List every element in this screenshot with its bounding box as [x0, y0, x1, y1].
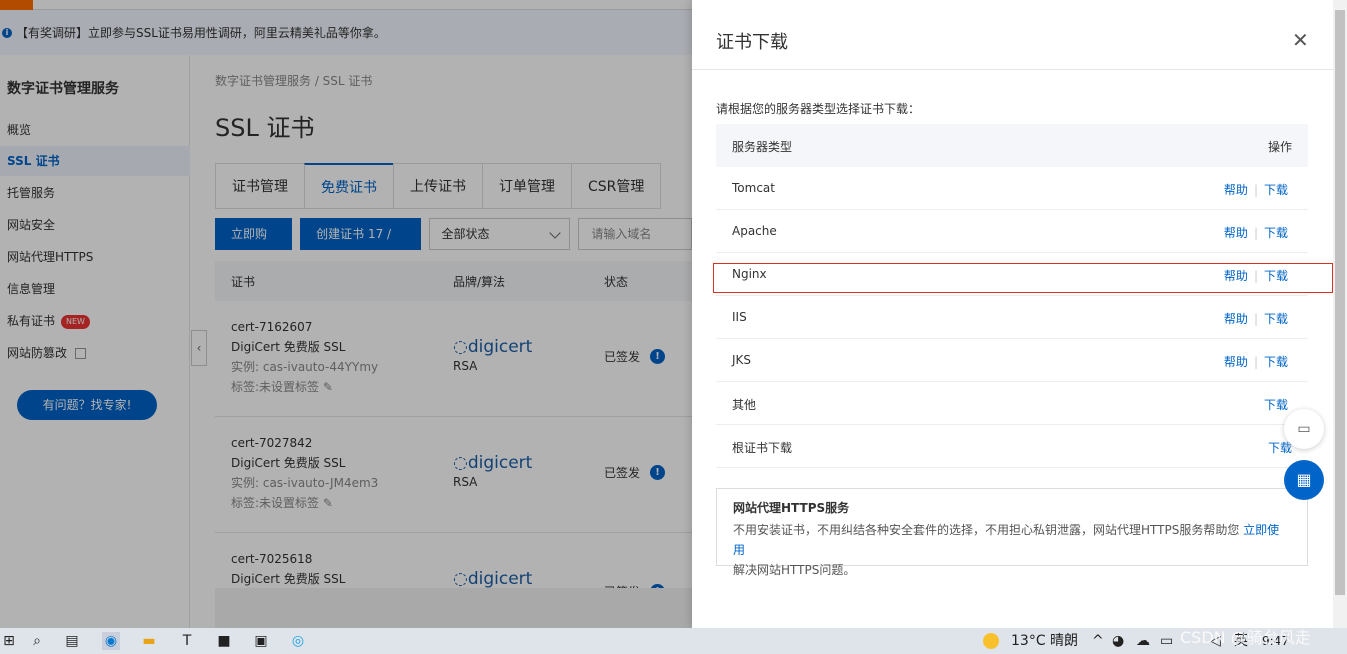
feedback-chat-icon[interactable]: ▭: [1284, 409, 1324, 449]
nginx-highlight-box: [713, 263, 1333, 293]
browser-page: i 【有奖调研】立即参与SSL证书易用性调研，阿里云精美礼品等你拿。 数字证书管…: [0, 0, 1347, 628]
server-row-iis: IIS 帮助 | 下载: [716, 296, 1308, 339]
vertical-scrollbar[interactable]: [1333, 0, 1347, 628]
separator: |: [1253, 226, 1258, 240]
server-row-tomcat: Tomcat 帮助 | 下载: [716, 167, 1308, 210]
server-row-apache: Apache 帮助 | 下载: [716, 210, 1308, 253]
drawer-intro: 请根据您的服务器类型选择证书下载：: [716, 102, 921, 116]
divider: [692, 69, 1333, 70]
tray-overflow-icon[interactable]: ^: [1092, 632, 1104, 650]
qq-icon[interactable]: ◕: [1112, 632, 1124, 650]
windows-start-icon[interactable]: ⊞: [0, 632, 18, 650]
server-name: Apache: [732, 224, 777, 238]
download-link[interactable]: 下载: [1264, 226, 1288, 240]
terminal-icon[interactable]: ▣: [252, 632, 270, 650]
server-name: Tomcat: [732, 181, 775, 195]
weather-text[interactable]: 13°C 晴朗: [1011, 632, 1078, 650]
row-actions: 帮助 | 下载: [1224, 310, 1288, 327]
download-link[interactable]: 下载: [1264, 355, 1288, 369]
separator: |: [1253, 355, 1258, 369]
download-link[interactable]: 下载: [1268, 441, 1292, 455]
cloud-icon[interactable]: ☁: [1136, 632, 1150, 650]
promo-text: 不用安装证书，不用纠结各种安全套件的选择，不用担心私钥泄露，网站代理HTTPS服…: [733, 520, 1291, 580]
https-proxy-promo: 网站代理HTTPS服务 不用安装证书，不用纠结各种安全套件的选择，不用担心私钥泄…: [716, 488, 1308, 577]
modal-overlay[interactable]: [0, 0, 692, 628]
pycharm-icon[interactable]: ■: [215, 632, 233, 650]
edge-browser-icon[interactable]: ◉: [102, 632, 120, 650]
windows-taskbar: ⊞ ⌕ ▤ ◉ ▬ T ■ ▣ ◎ 13°C 晴朗 ^ ◕ ☁ ▭ ◁ 英 9:…: [0, 628, 1347, 654]
separator: |: [1253, 312, 1258, 326]
server-row-jks: JKS 帮助 | 下载: [716, 339, 1308, 382]
csdn-watermark: CSDN @骑台风走: [1180, 628, 1311, 647]
typora-icon[interactable]: T: [178, 632, 196, 650]
app-icon[interactable]: ◎: [289, 632, 307, 650]
help-link[interactable]: 帮助: [1224, 226, 1248, 240]
file-explorer-icon[interactable]: ▬: [140, 632, 158, 650]
cert-download-drawer: 证书下载 ✕ 请根据您的服务器类型选择证书下载： 服务器类型 操作 Tomcat…: [692, 0, 1333, 628]
battery-icon[interactable]: ▭: [1160, 632, 1173, 650]
promo-body: 不用安装证书，不用纠结各种安全套件的选择，不用担心私钥泄露，网站代理HTTPS服…: [733, 523, 1240, 537]
row-actions: 帮助 | 下载: [1224, 181, 1288, 198]
help-link[interactable]: 帮助: [1224, 355, 1248, 369]
col-server-type: 服务器类型: [732, 140, 793, 154]
download-link[interactable]: 下载: [1264, 398, 1288, 412]
server-table-header: 服务器类型 操作: [716, 124, 1308, 167]
scrollbar-thumb[interactable]: [1335, 10, 1345, 595]
promo-body-2: 解决网站HTTPS问题。: [733, 563, 856, 577]
task-view-icon[interactable]: ▤: [63, 632, 81, 650]
search-icon[interactable]: ⌕: [28, 632, 46, 650]
weather-sun-icon: [983, 633, 999, 649]
row-actions: 帮助 | 下载: [1224, 353, 1288, 370]
server-row-root-cert: 根证书下载 下载: [716, 425, 1308, 468]
drawer-title: 证书下载: [716, 32, 788, 53]
server-name: IIS: [732, 310, 747, 324]
server-name: JKS: [732, 353, 752, 367]
server-row-other: 其他 下载: [716, 382, 1308, 425]
row-actions: 帮助 | 下载: [1224, 224, 1288, 241]
help-link[interactable]: 帮助: [1224, 312, 1248, 326]
download-link[interactable]: 下载: [1264, 312, 1288, 326]
server-type-table: 服务器类型 操作 Tomcat 帮助 | 下载 Apache 帮助 | 下载 Nginx…: [716, 124, 1308, 468]
apps-grid-icon[interactable]: ▦: [1284, 460, 1324, 500]
promo-title: 网站代理HTTPS服务: [733, 501, 850, 515]
help-link[interactable]: 帮助: [1224, 183, 1248, 197]
download-link[interactable]: 下载: [1264, 183, 1288, 197]
col-action: 操作: [1267, 140, 1292, 154]
server-name: 根证书下载: [732, 441, 793, 455]
separator: |: [1253, 183, 1258, 197]
server-name: 其他: [732, 398, 757, 412]
row-actions: 下载: [1264, 396, 1288, 413]
close-icon[interactable]: ✕: [1292, 28, 1309, 52]
